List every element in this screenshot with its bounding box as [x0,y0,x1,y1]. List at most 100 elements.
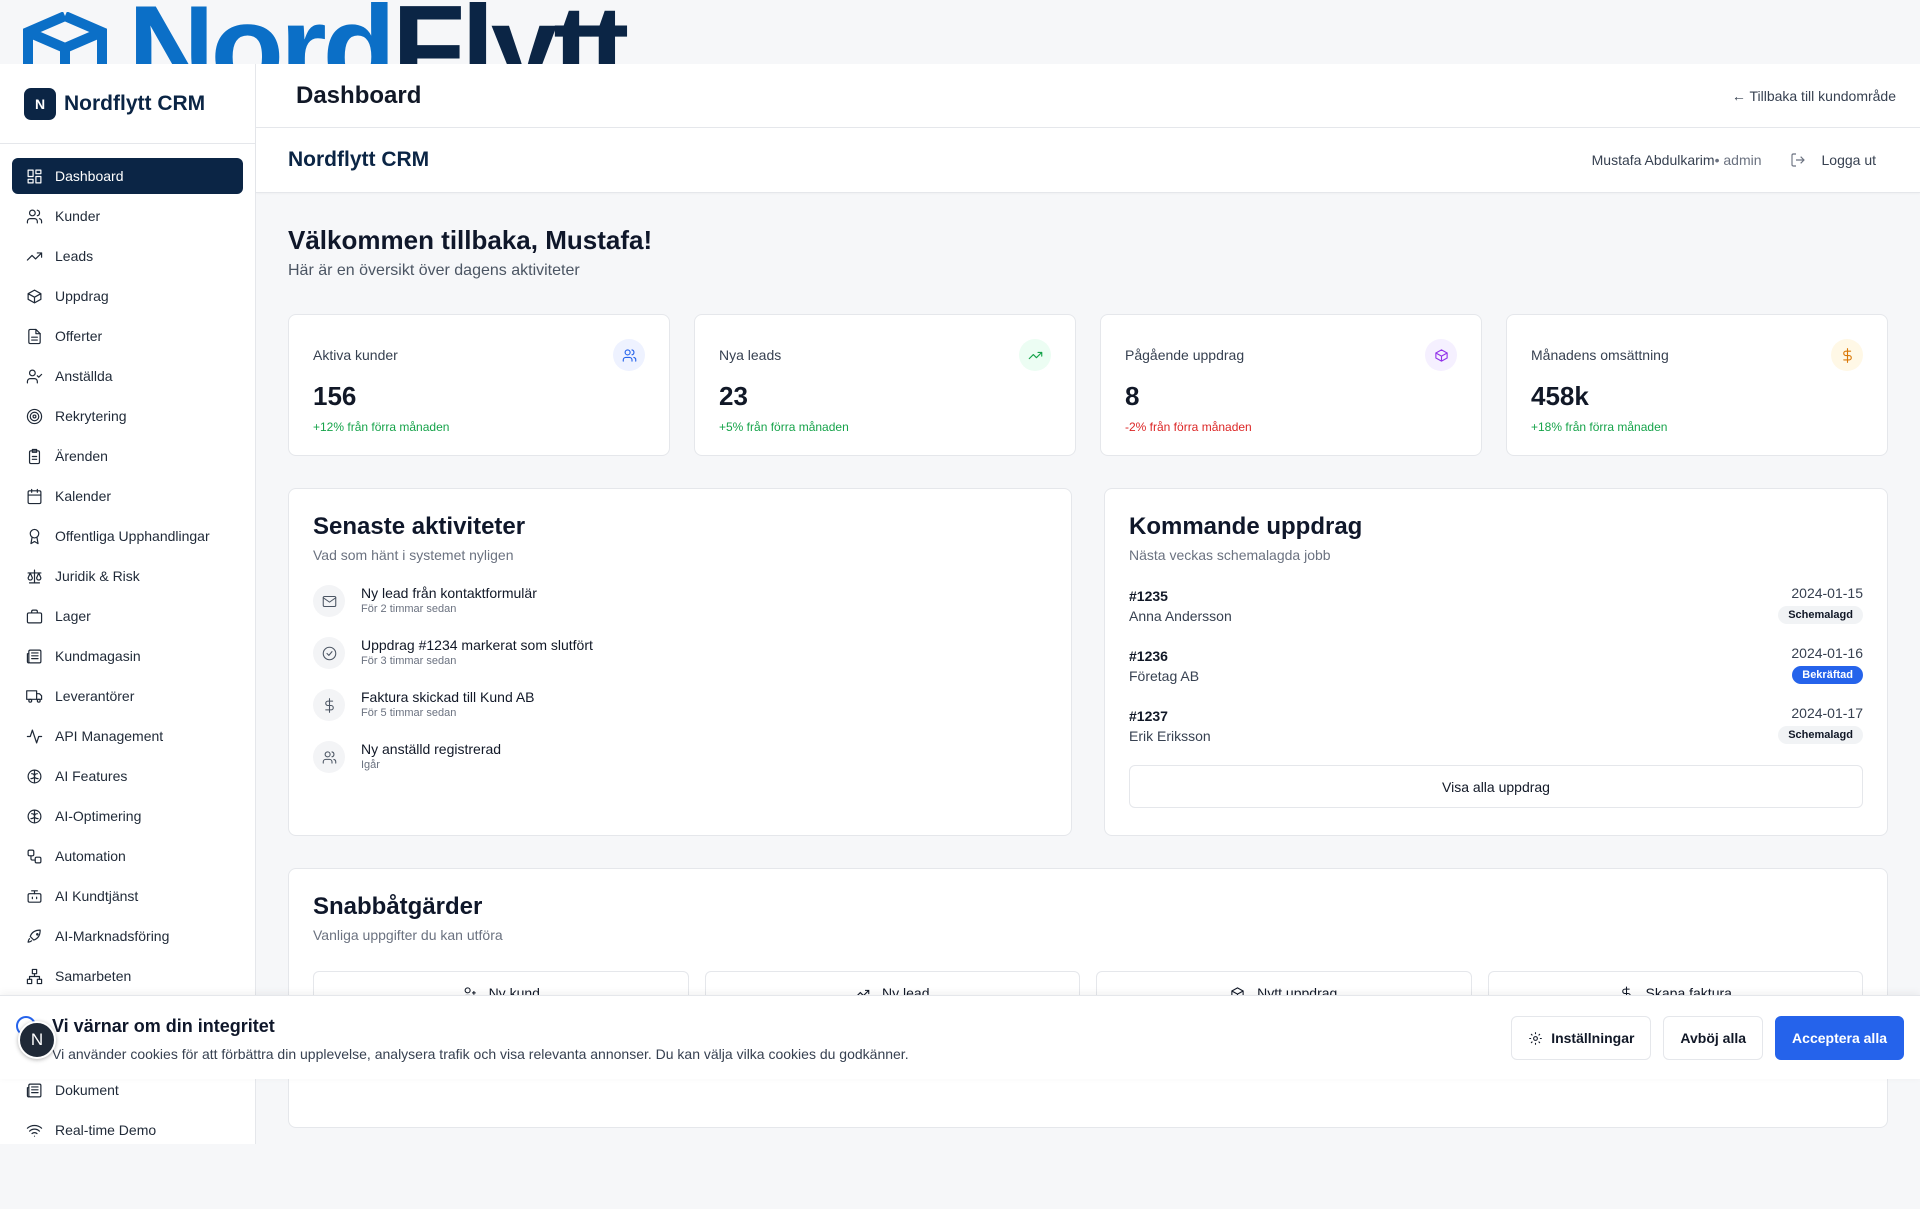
cookie-reject-button[interactable]: Avböj alla [1663,1016,1764,1060]
sidebar-item-ai-features[interactable]: AI Features [12,758,243,794]
sidebar-nav: Dashboard Kunder Leads Uppdrag Offerter Anstä… [0,144,255,1012]
cookie-accept-button[interactable]: Acceptera alla [1775,1016,1904,1060]
activity-time: Igår [361,759,380,771]
briefcase-icon [24,606,44,626]
sidebar-brand[interactable]: N Nordflytt CRM [0,64,255,144]
sidebar-item-automation[interactable]: Automation [12,838,243,874]
chat-avatar-button[interactable]: N [18,1021,56,1059]
cookie-settings-button[interactable]: Inställningar [1511,1016,1652,1060]
sidebar-item-ai-optimering[interactable]: AI-Optimering [12,798,243,834]
clipboard-icon [24,446,44,466]
sidebar-item-rekrytering[interactable]: Rekrytering [12,398,243,434]
activity-item: Ny lead från kontaktformulär För 2 timmar… [313,585,1047,637]
stat-label: Månadens omsättning [1531,347,1669,363]
sidebar-item-label: Dashboard [55,168,124,184]
activity-list: Ny lead från kontaktformulär För 2 timmar… [313,585,1047,793]
sidebar-item-uppdrag[interactable]: Uppdrag [12,278,243,314]
sidebar-item-ai-marknadsföring[interactable]: AI-Marknadsföring [12,918,243,954]
job-id: #1235 [1129,588,1168,604]
card-title: Snabbåtgärder [313,893,483,920]
clipboard-icon [28,448,40,464]
sidebar-item-label: AI-Marknadsföring [55,928,170,944]
target-icon [24,406,44,426]
crm-brand: Nordflytt CRM [288,148,430,171]
sidebar-item-label: AI-Optimering [55,808,142,824]
sidebar-item-label: Offentliga Upphandlingar [55,528,210,544]
cookie-banner: Vi värnar om din integritet Vi använder … [0,995,1920,1079]
rocket-icon [24,926,44,946]
sidebar-item-kundmagasin[interactable]: Kundmagasin [12,638,243,674]
user-area: Mustafa Abdulkarim • admin Logga ut [1592,152,1876,168]
network-icon [26,968,42,984]
sidebar-item-dashboard[interactable]: Dashboard [12,158,243,194]
sidebar-item-label: Ärenden [55,448,108,464]
stat-icon-wrap [1425,339,1457,371]
package-icon [1434,348,1448,362]
sidebar-item-lager[interactable]: Lager [12,598,243,634]
scale-icon [24,566,44,586]
sidebar-item-label: Dokument [55,1082,119,1098]
logout-button[interactable]: Logga ut [1790,152,1876,168]
newspaper-icon [26,649,41,663]
job-date: 2024-01-16 [1791,645,1863,661]
sidebar-item-offerter[interactable]: Offerter [12,318,243,354]
sidebar-item-leads[interactable]: Leads [12,238,243,274]
activity-title: Ny lead från kontaktformulär [361,585,537,601]
sidebar-item-samarbeten[interactable]: Samarbeten [12,958,243,994]
sidebar-nav-lower: Dokument Real-time Demo [12,1072,244,1152]
users-icon [26,209,42,223]
job-row[interactable]: #1237 Erik Eriksson 2024-01-17 Schemalagd [1129,705,1863,765]
crm-header: Nordflytt CRM Mustafa Abdulkarim • admin… [256,128,1920,193]
back-to-customer-area-link[interactable]: ← Tillbaka till kundområde [1732,88,1896,104]
status-badge: Schemalagd [1778,726,1863,744]
dashboard-icon [27,169,41,183]
welcome-subtitle: Här är en översikt över dagens aktivitet… [288,262,580,279]
cookie-text: Vi använder cookies för att förbättra di… [52,1046,909,1062]
activity-icon-wrap [313,689,345,721]
logout-icon [1790,153,1805,167]
activity-time: För 2 timmar sedan [361,603,457,615]
sidebar-item-leverantörer[interactable]: Leverantörer [12,678,243,714]
activity-icon [26,729,42,743]
trending-up-icon [24,246,44,266]
mail-icon [322,595,336,607]
job-row[interactable]: #1236 Företag AB 2024-01-16 Bekräftad [1129,645,1863,705]
job-row[interactable]: #1235 Anna Andersson 2024-01-15 Schemalagd [1129,585,1863,645]
job-customer: Erik Eriksson [1129,728,1211,744]
stat-change: +5% från förra månaden [719,420,849,434]
sidebar-item-ärenden[interactable]: Ärenden [12,438,243,474]
stat-change: +12% från förra månaden [313,420,450,434]
sidebar-item-juridik-risk[interactable]: Juridik & Risk [12,558,243,594]
sidebar-item-api-management[interactable]: API Management [12,718,243,754]
box-logo-icon [23,12,107,64]
activity-icon-wrap [313,585,345,617]
recent-activities-card: Senaste aktiviteter Vad som hänt i syste… [288,488,1072,836]
sidebar-item-kalender[interactable]: Kalender [12,478,243,514]
stat-label: Aktiva kunder [313,347,398,363]
cards-row: Senaste aktiviteter Vad som hänt i syste… [288,488,1888,836]
sidebar-item-anställda[interactable]: Anställda [12,358,243,394]
users-icon [622,348,636,362]
file-text-icon [27,328,41,344]
brand-name: Nordflytt CRM [64,91,206,115]
activity-item: Faktura skickad till Kund AB För 5 timmar… [313,689,1047,741]
sidebar-item-real-time-demo[interactable]: Real-time Demo [12,1112,244,1148]
sidebar-item-offentliga-upphandlingar[interactable]: Offentliga Upphandlingar [12,518,243,554]
job-id: #1236 [1129,648,1168,664]
sidebar-item-ai-kundtjänst[interactable]: AI Kundtjänst [12,878,243,914]
job-date: 2024-01-15 [1791,585,1863,601]
sidebar-item-label: Uppdrag [55,288,109,304]
card-title: Senaste aktiviteter [313,513,526,540]
award-icon [29,528,39,544]
sidebar-item-label: Anställda [55,368,113,384]
users-icon [322,750,336,764]
sidebar-item-kunder[interactable]: Kunder [12,198,243,234]
newspaper-icon [24,646,44,666]
brain-icon [27,769,41,783]
wifi-icon [24,1120,44,1140]
view-all-jobs-button[interactable]: Visa alla uppdrag [1129,765,1863,808]
job-date: 2024-01-17 [1791,705,1863,721]
calendar-icon [27,488,41,504]
card-subtitle: Nästa veckas schemalagda jobb [1129,547,1331,563]
sidebar-item-label: Kunder [55,208,101,224]
